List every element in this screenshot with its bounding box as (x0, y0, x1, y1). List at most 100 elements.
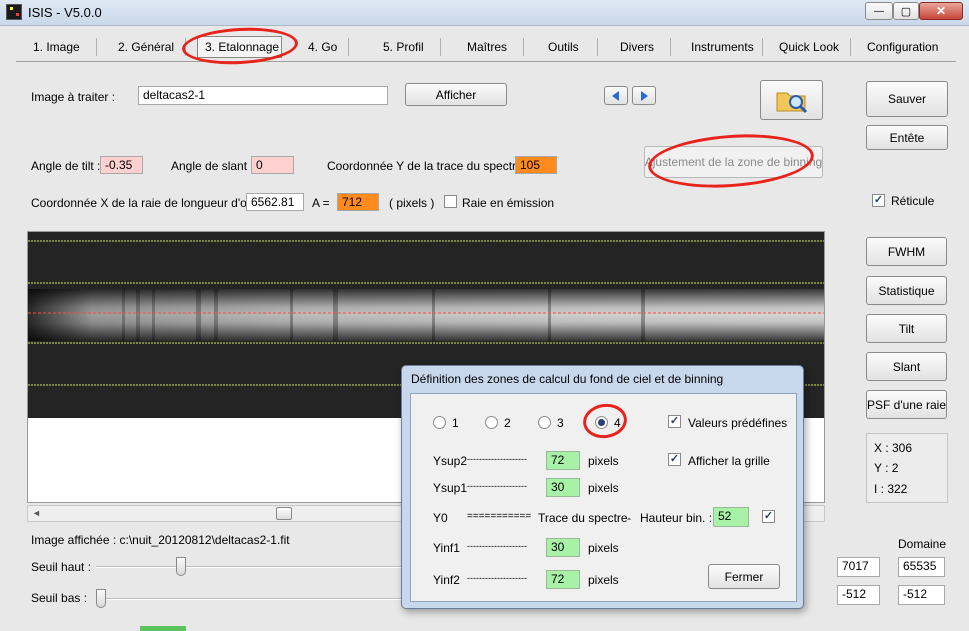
isis-icon (6, 4, 22, 20)
statistique-button[interactable]: Statistique (866, 276, 947, 305)
tab-general[interactable]: 2. Général (118, 40, 174, 54)
seuil-bas-label: Seuil bas : (31, 591, 88, 605)
i-readout: I : 322 (874, 482, 908, 496)
scroll-left-arrow-icon[interactable]: ◄ (32, 508, 41, 518)
coordx-input[interactable]: 6562.81 (246, 193, 304, 211)
reticule-checkbox[interactable]: ✓ (872, 194, 885, 207)
window-title: ISIS - V5.0.0 (28, 5, 102, 20)
seuil-bas-slider-thumb[interactable] (96, 589, 106, 608)
zone-radio-3-label: 3 (557, 416, 564, 430)
slant-input[interactable]: 0 (251, 156, 294, 174)
psf-raie-button[interactable]: PSF d'une raie (866, 390, 947, 419)
domaine-bas-value[interactable]: -512 (898, 585, 945, 605)
tab-go[interactable]: 4. Go (308, 40, 337, 54)
yinf2-input[interactable]: 72 (546, 570, 580, 589)
tilt-label: Angle de tilt : (31, 159, 101, 173)
zone-radio-2[interactable] (485, 416, 498, 429)
seuil-haut-value[interactable]: 7017 (837, 557, 880, 577)
ysup2-dashes: -------------------- (467, 454, 527, 464)
previous-arrow-button[interactable] (604, 86, 628, 105)
slant-label: Angle de slant : (171, 159, 254, 173)
fermer-button[interactable]: Fermer (708, 564, 780, 589)
coordx-label: Coordonnée X de la raie de longueur d'on… (31, 196, 267, 210)
next-arrow-button[interactable] (632, 86, 656, 105)
hauteur-bin-checkbox[interactable]: ✓ (762, 510, 775, 523)
title-bar: ISIS - V5.0.0 — ▢ ✕ (0, 0, 969, 26)
domaine-label: Domaine (898, 537, 947, 551)
yinf1-pixels: pixels (588, 541, 619, 555)
ysup2-label: Ysup2 (433, 454, 468, 468)
reticule-label: Réticule (891, 194, 935, 208)
tab-image[interactable]: 1. Image (33, 40, 80, 54)
ysup1-dashes: -------------------- (467, 481, 527, 491)
valeurs-predefinies-checkbox[interactable]: ✓ (668, 415, 681, 428)
green-strip (140, 626, 186, 631)
arrow-right-icon (641, 90, 648, 101)
folder-search-icon (776, 92, 807, 114)
yinf1-dashes: -------------------- (467, 541, 527, 551)
seuil-bas-slider-track[interactable] (96, 598, 406, 600)
zone-radio-2-label: 2 (504, 416, 511, 430)
annotation-circle-binning (646, 129, 816, 193)
afficher-grille-label: Afficher la grille (688, 454, 770, 468)
trace-spectre-label: Trace du spectre (538, 511, 628, 525)
seuil-haut-slider-thumb[interactable] (176, 557, 186, 576)
raie-emission-label: Raie en émission (462, 196, 555, 210)
tab-configuration[interactable]: Configuration (867, 40, 938, 54)
tab-divers[interactable]: Divers (620, 40, 654, 54)
ysup1-pixels: pixels (588, 481, 619, 495)
afficher-grille-checkbox[interactable]: ✓ (668, 453, 681, 466)
a-label: A = (312, 196, 330, 210)
close-button[interactable]: ✕ (919, 2, 963, 20)
slant-button[interactable]: Slant (866, 352, 947, 381)
coordy-input[interactable]: 105 (515, 156, 557, 174)
tab-instruments[interactable]: Instruments (691, 40, 754, 54)
tilt-input[interactable]: -0.35 (100, 156, 143, 174)
open-folder-button[interactable] (760, 80, 823, 120)
tab-profil[interactable]: 5. Profil (383, 40, 424, 54)
tab-maitres[interactable]: Maîtres (467, 40, 507, 54)
zone-radio-3[interactable] (538, 416, 551, 429)
arrow-left-icon (612, 90, 619, 101)
tab-outils[interactable]: Outils (548, 40, 579, 54)
maximize-button[interactable]: ▢ (893, 2, 919, 20)
coordy-label: Coordonnée Y de la trace du spectre : (327, 159, 530, 173)
seuil-haut-label: Seuil haut : (31, 560, 92, 574)
tab-quick-look[interactable]: Quick Look (779, 40, 839, 54)
ysup1-input[interactable]: 30 (546, 478, 580, 497)
ysup2-pixels: pixels (588, 454, 619, 468)
x-readout: X : 306 (874, 441, 913, 455)
image-a-traiter-input[interactable]: deltacas2-1 (138, 86, 388, 105)
y-readout: Y : 2 (874, 461, 899, 475)
seuil-haut-slider-track[interactable] (96, 566, 406, 568)
valeurs-predefinies-label: Valeurs prédéfines (688, 416, 788, 430)
image-a-traiter-label: Image à traiter : (31, 90, 116, 104)
minimize-button[interactable]: — (865, 2, 893, 20)
y0-dash: - (627, 511, 631, 525)
yinf1-label: Yinf1 (433, 541, 460, 555)
dialog-title: Définition des zones de calcul du fond d… (411, 372, 724, 386)
domaine-haut-value[interactable]: 65535 (898, 557, 945, 577)
entete-button[interactable]: Entête (866, 125, 948, 150)
yinf1-input[interactable]: 30 (546, 538, 580, 557)
zone-radio-1[interactable] (433, 416, 446, 429)
sauver-button[interactable]: Sauver (866, 81, 948, 117)
fwhm-button[interactable]: FWHM (866, 237, 947, 266)
yinf2-label: Yinf2 (433, 573, 460, 587)
ysup2-input[interactable]: 72 (546, 451, 580, 470)
scroll-thumb[interactable] (276, 507, 292, 520)
image-affichee-label: Image affichée : c:\nuit_20120812\deltac… (31, 533, 290, 547)
afficher-button[interactable]: Afficher (405, 83, 507, 106)
tilt-button[interactable]: Tilt (866, 314, 947, 343)
seuil-bas-value[interactable]: -512 (837, 585, 880, 605)
hauteur-bin-input[interactable]: 52 (713, 507, 749, 527)
yinf2-dashes: -------------------- (467, 573, 527, 583)
pixels-label: ( pixels ) (389, 196, 435, 210)
y0-equals: =========== (467, 511, 532, 522)
ysup1-label: Ysup1 (433, 481, 468, 495)
yinf2-pixels: pixels (588, 573, 619, 587)
hauteur-bin-label: Hauteur bin. : (640, 511, 713, 525)
a-input[interactable]: 712 (337, 193, 379, 211)
raie-emission-checkbox[interactable] (444, 195, 457, 208)
y0-label: Y0 (433, 511, 448, 525)
